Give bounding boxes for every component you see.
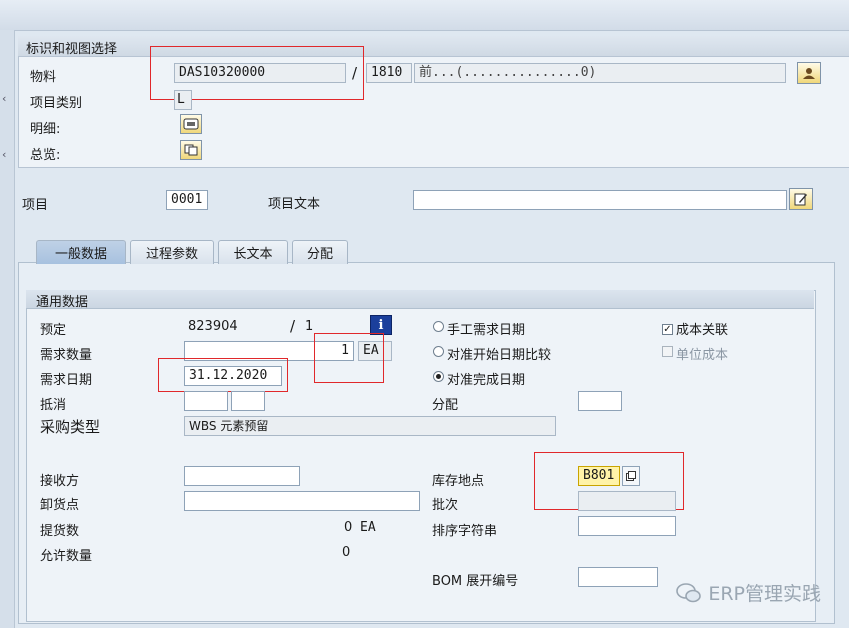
- item-label: 项目: [22, 198, 49, 213]
- radio-manual-date[interactable]: [433, 321, 444, 336]
- distribution-label: 分配: [432, 398, 459, 413]
- item-category-field[interactable]: L: [174, 90, 192, 110]
- material-person-icon[interactable]: [797, 62, 821, 84]
- tab-process-params[interactable]: 过程参数: [130, 240, 214, 264]
- withdrawn-qty-value: 0: [344, 520, 353, 535]
- reservation-label: 预定: [40, 323, 67, 338]
- purchase-type-label: 采购类型: [40, 418, 101, 436]
- section-title: 标识和视图选择: [26, 42, 118, 57]
- overview-label: 总览:: [30, 148, 61, 163]
- left-splitter[interactable]: ‹ ‹: [0, 30, 15, 628]
- tab-assignment[interactable]: 分配: [292, 240, 348, 264]
- window-toolbar: [0, 0, 849, 31]
- general-data-group-header: [26, 290, 814, 309]
- collapse-arrow-icon[interactable]: ‹: [2, 148, 6, 161]
- wechat-icon: [676, 582, 702, 602]
- recipient-field[interactable]: [184, 466, 300, 486]
- tab-general-data[interactable]: 一般数据: [36, 240, 126, 264]
- radio-start-date-label: 对准开始日期比较: [447, 348, 552, 363]
- item-field[interactable]: 0001: [166, 190, 208, 210]
- offset-label: 抵消: [40, 398, 67, 413]
- info-icon[interactable]: i: [370, 315, 392, 335]
- bom-explosion-label: BOM 展开编号: [432, 574, 519, 589]
- reservation-item: 1: [305, 319, 314, 334]
- requirement-quantity-label: 需求数量: [40, 348, 93, 363]
- unloading-point-field[interactable]: [184, 491, 420, 511]
- highlight-box-quantity: [314, 333, 384, 383]
- tab-long-text[interactable]: 长文本: [218, 240, 288, 264]
- plant-field[interactable]: 1810: [366, 63, 412, 83]
- cost-relevant-label: 成本关联: [676, 323, 729, 338]
- distribution-field[interactable]: [578, 391, 622, 411]
- edit-text-icon[interactable]: [789, 188, 813, 210]
- highlight-box-date: [158, 358, 288, 392]
- storage-location-label: 库存地点: [432, 474, 485, 489]
- allowed-qty-value: 0: [342, 545, 351, 560]
- radio-finish-date-label: 对准完成日期: [447, 373, 526, 388]
- requirement-date-label: 需求日期: [40, 373, 93, 388]
- recipient-label: 接收方: [40, 474, 80, 489]
- radio-manual-date-label: 手工需求日期: [447, 323, 526, 338]
- item-text-label: 项目文本: [268, 197, 321, 212]
- watermark: ERP管理实践: [676, 579, 821, 606]
- material-description-field: 前...(...............0): [414, 63, 786, 83]
- offset-field-2[interactable]: [231, 391, 265, 411]
- overview-icon[interactable]: [180, 140, 202, 160]
- group-title: 通用数据: [36, 295, 89, 310]
- batch-label: 批次: [432, 498, 459, 513]
- radio-start-date[interactable]: [433, 346, 444, 361]
- cost-relevant-checkbox[interactable]: ✓: [662, 321, 673, 336]
- identification-panel-header: [18, 36, 849, 57]
- bom-explosion-field[interactable]: [578, 567, 658, 587]
- sort-string-field[interactable]: [578, 516, 676, 536]
- item-text-field[interactable]: [413, 190, 787, 210]
- unit-cost-checkbox: [662, 346, 673, 361]
- material-label: 物料: [30, 70, 57, 85]
- offset-field-1[interactable]: [184, 391, 228, 411]
- purchase-type-field: WBS 元素预留: [184, 416, 556, 436]
- unit-cost-label: 单位成本: [676, 348, 729, 363]
- reservation-number: 823904: [188, 319, 238, 334]
- withdrawn-qty-unit: EA: [360, 520, 376, 535]
- detail-icon[interactable]: [180, 114, 202, 134]
- collapse-arrow-icon[interactable]: ‹: [2, 92, 6, 105]
- item-category-label: 项目类别: [30, 96, 83, 111]
- detail-label: 明细:: [30, 122, 61, 137]
- reservation-slash: /: [290, 317, 296, 335]
- withdrawn-qty-label: 提货数: [40, 524, 80, 539]
- general-data-group: [26, 290, 816, 622]
- allowed-qty-label: 允许数量: [40, 549, 93, 564]
- unloading-point-label: 卸货点: [40, 498, 80, 513]
- batch-field: [578, 491, 676, 511]
- radio-finish-date[interactable]: [433, 371, 444, 386]
- sort-string-label: 排序字符串: [432, 524, 498, 539]
